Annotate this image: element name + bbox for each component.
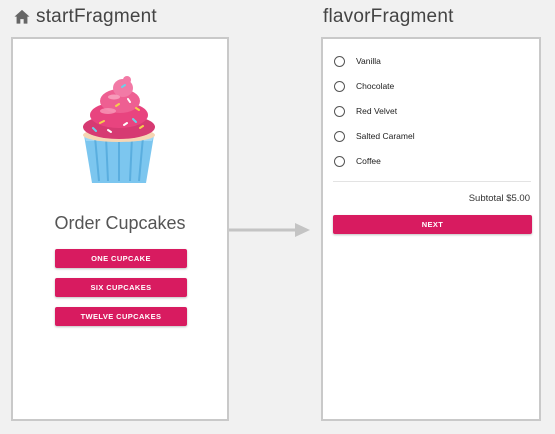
flavor-fragment-screen: Vanilla Chocolate Red Velvet Salted Cara… <box>321 37 541 421</box>
flavor-option-label: Vanilla <box>356 56 381 66</box>
start-fragment-title-text: startFragment <box>36 6 157 27</box>
radio-button-icon[interactable] <box>334 105 345 117</box>
start-fragment-screen: Order Cupcakes ONE CUPCAKE SIX CUPCAKES … <box>11 37 229 421</box>
subtotal-text: Subtotal $5.00 <box>468 193 530 204</box>
one-cupcake-button[interactable]: ONE CUPCAKE <box>55 249 187 268</box>
start-fragment-title: startFragment <box>12 6 157 28</box>
home-icon <box>14 9 30 24</box>
twelve-cupcakes-button[interactable]: TWELVE CUPCAKES <box>55 307 187 326</box>
flavor-fragment-title-text: flavorFragment <box>323 6 454 27</box>
flavor-option-chocolate[interactable]: Chocolate <box>334 78 394 94</box>
order-cupcakes-heading: Order Cupcakes <box>54 213 186 233</box>
flavor-option-label: Red Velvet <box>356 106 398 116</box>
radio-button-icon[interactable] <box>334 55 345 67</box>
radio-button-icon[interactable] <box>334 155 345 167</box>
radio-button-icon[interactable] <box>334 80 345 92</box>
divider <box>333 181 531 182</box>
flavor-option-coffee[interactable]: Coffee <box>334 153 381 169</box>
flavor-option-vanilla[interactable]: Vanilla <box>334 53 381 69</box>
flavor-fragment-title: flavorFragment <box>323 6 454 28</box>
flavor-option-label: Chocolate <box>356 81 395 91</box>
flavor-option-salted-caramel[interactable]: Salted Caramel <box>334 128 415 144</box>
next-button[interactable]: NEXT <box>333 215 532 234</box>
flavor-option-label: Coffee <box>356 156 381 166</box>
flavor-option-label: Salted Caramel <box>356 131 415 141</box>
cupcake-image <box>83 76 155 183</box>
six-cupcakes-button[interactable]: SIX CUPCAKES <box>55 278 187 297</box>
navigation-arrow-icon <box>229 223 310 237</box>
radio-button-icon[interactable] <box>334 130 345 142</box>
flavor-option-red-velvet[interactable]: Red Velvet <box>334 103 397 119</box>
